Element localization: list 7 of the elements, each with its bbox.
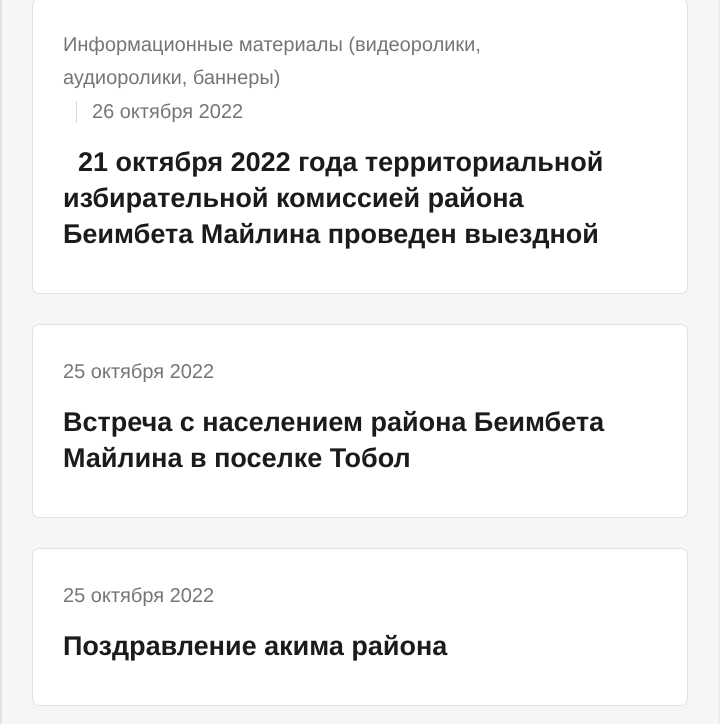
news-title-link[interactable]: Встреча с населением района Беимбета Майлина в поселке Тобол — [63, 404, 657, 476]
news-title-link[interactable]: 21 октября 2022 года территориальной избирательной комиссией района Беимбета Майлина проведен выездной — [63, 144, 657, 252]
news-date: 25 октября 2022 — [63, 360, 214, 385]
news-date: 26 октября 2022 — [92, 100, 244, 125]
category-label: Информационные материалы (видеоролики, аудиоролики, баннеры) — [63, 33, 482, 91]
news-title-link[interactable]: Поздравление акима района — [63, 628, 448, 664]
news-date: 25 октября 2022 — [63, 584, 214, 609]
